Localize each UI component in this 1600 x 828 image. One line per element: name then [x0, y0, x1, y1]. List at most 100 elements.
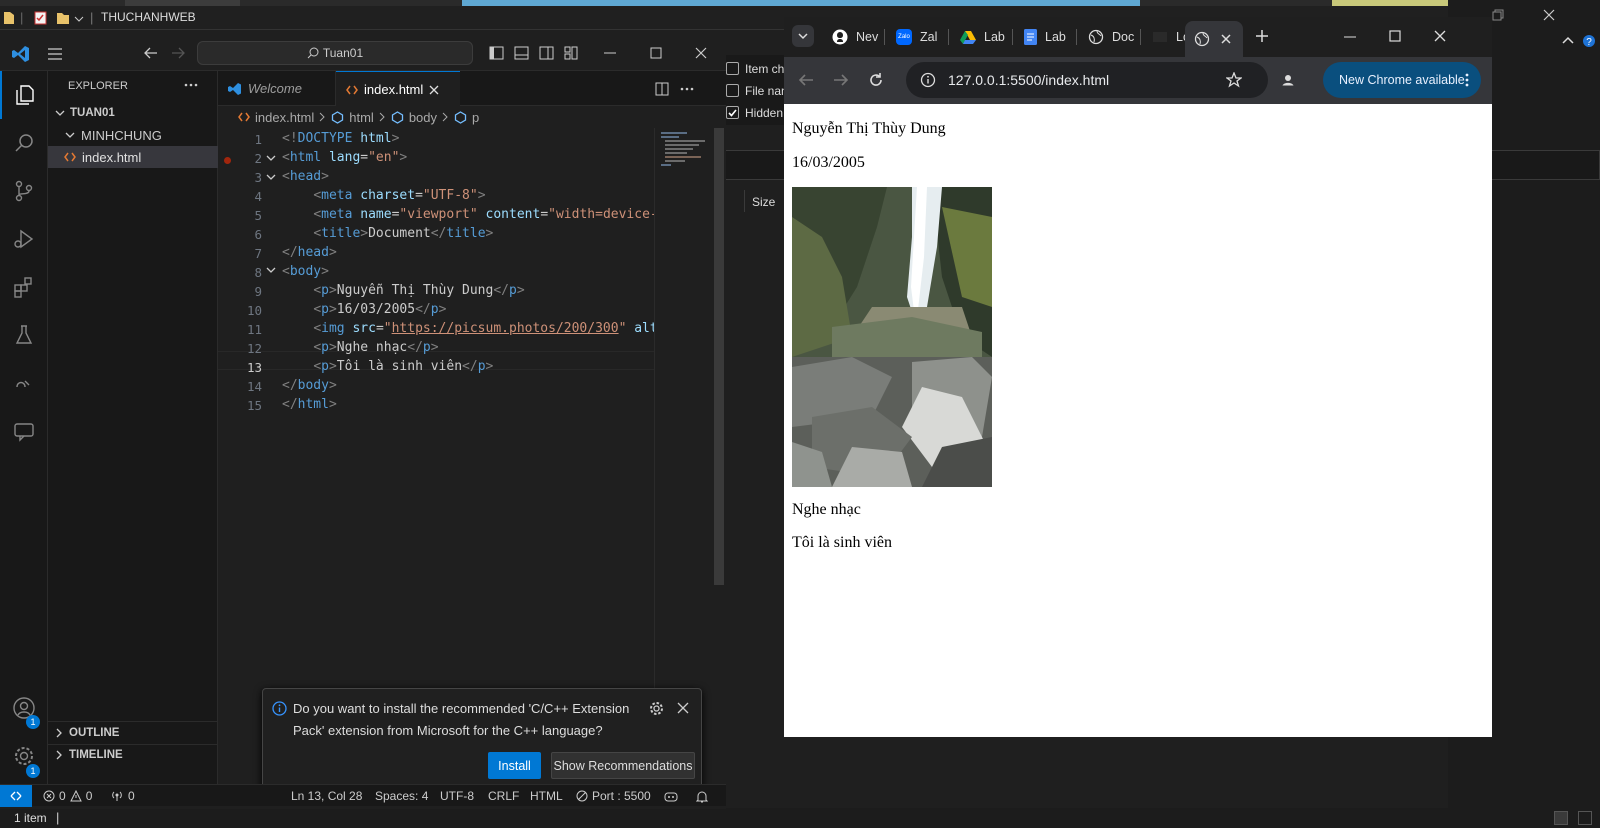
timeline-section[interactable]: TIMELINE — [48, 744, 218, 766]
details-view-button[interactable] — [1554, 811, 1568, 825]
notifications-bell-icon[interactable] — [696, 785, 708, 807]
maximize-icon[interactable] — [650, 47, 662, 59]
size-column-header[interactable]: Size — [752, 195, 775, 209]
close-icon[interactable] — [1434, 30, 1446, 42]
tab-github[interactable]: Nev — [832, 24, 882, 50]
indentation[interactable]: Spaces: 4 — [375, 785, 428, 807]
encoding[interactable]: UTF-8 — [440, 785, 474, 807]
reload-icon[interactable] — [868, 72, 884, 88]
toggle-secondary-sidebar-icon[interactable] — [539, 46, 554, 60]
gear-icon[interactable] — [649, 701, 664, 716]
toggle-panel-icon[interactable] — [514, 46, 529, 60]
chat-icon[interactable] — [0, 407, 48, 455]
close-icon[interactable] — [677, 702, 689, 714]
update-chrome-button[interactable]: New Chrome available — [1323, 62, 1481, 98]
tab-search-button[interactable] — [792, 25, 814, 47]
help-icon[interactable]: ? — [1582, 34, 1596, 48]
copilot-icon[interactable] — [664, 785, 678, 807]
breadcrumb-item[interactable]: html — [349, 110, 374, 125]
properties-icon[interactable] — [34, 11, 47, 25]
tab-drive[interactable]: Lab — [960, 24, 1010, 50]
close-tab-icon[interactable] — [429, 85, 439, 95]
manage-gear-icon[interactable] — [0, 732, 48, 780]
maximize-icon[interactable] — [1389, 30, 1401, 42]
extensions-icon[interactable] — [0, 263, 48, 311]
account-icon[interactable] — [0, 684, 48, 732]
restore-window-icon[interactable] — [1492, 9, 1504, 21]
cursor-position[interactable]: Ln 13, Col 28 — [291, 785, 362, 807]
tab-zalo[interactable]: Zalo Zal — [896, 24, 946, 50]
show-recommendations-button[interactable]: Show Recommendations — [551, 752, 695, 779]
breadcrumb-item[interactable]: body — [409, 110, 437, 125]
new-folder-icon[interactable] — [56, 11, 70, 25]
tab-welcome[interactable]: Welcome — [218, 71, 336, 106]
minimize-icon[interactable] — [604, 52, 616, 54]
fold-chevron-icon[interactable] — [266, 173, 276, 181]
more-actions-icon[interactable] — [184, 83, 198, 87]
close-tab-icon[interactable] — [1221, 34, 1231, 44]
live-server-indicator[interactable]: Port : 5500 — [576, 785, 651, 807]
address-bar[interactable]: 127.0.0.1:5500/index.html — [906, 62, 1268, 98]
minimize-icon[interactable] — [1344, 36, 1356, 38]
tab-index-html[interactable]: index.html — [336, 71, 460, 107]
bookmark-star-icon[interactable] — [1226, 72, 1242, 88]
more-vert-icon[interactable] — [1465, 73, 1469, 87]
split-editor-icon[interactable] — [655, 82, 669, 96]
dropdown-icon[interactable] — [74, 11, 84, 25]
back-arrow-icon[interactable] — [143, 46, 159, 60]
site-info-icon[interactable] — [920, 72, 936, 88]
language-mode[interactable]: HTML — [530, 785, 563, 807]
chevron-down-icon — [54, 108, 66, 118]
breadcrumb-item[interactable]: index.html — [255, 110, 314, 125]
line-number: 4 — [254, 189, 262, 204]
ports-indicator[interactable]: 0 — [110, 785, 135, 807]
workspace-root[interactable]: TUAN01 — [48, 102, 218, 124]
hidden-items-checkbox[interactable] — [726, 106, 739, 119]
close-window-icon[interactable] — [1543, 9, 1555, 21]
back-arrow-icon[interactable] — [798, 73, 814, 87]
activity-bar: 1 1 — [0, 71, 48, 784]
vertical-scrollbar[interactable] — [712, 128, 726, 784]
forward-arrow-icon[interactable] — [833, 73, 849, 87]
file-index-html[interactable]: index.html — [48, 146, 218, 168]
line-number: 5 — [254, 208, 262, 223]
breadcrumb-item[interactable]: p — [472, 110, 479, 125]
customize-layout-icon[interactable] — [564, 46, 579, 60]
install-button[interactable]: Install — [488, 752, 541, 779]
profile-icon[interactable] — [1280, 72, 1296, 88]
outline-section[interactable]: OUTLINE — [48, 722, 218, 744]
testing-flask-icon[interactable] — [0, 311, 48, 359]
minimap[interactable] — [654, 128, 712, 784]
code-editor[interactable]: 1 2 3 4 5 6 7 8 9 10 11 12 13 14 15 <!DO… — [218, 128, 654, 784]
remote-explorer-icon[interactable] — [0, 359, 48, 407]
new-tab-icon[interactable] — [1255, 29, 1269, 43]
item-checkboxes-checkbox[interactable] — [726, 62, 739, 75]
chevron-right-icon — [319, 112, 326, 122]
forward-arrow-icon[interactable] — [170, 46, 186, 60]
tab-active[interactable] — [1185, 21, 1243, 57]
problems-indicator[interactable]: 0 0 — [43, 785, 92, 807]
menu-icon[interactable] — [47, 47, 63, 61]
html-file-icon — [346, 85, 358, 95]
file-extensions-checkbox[interactable] — [726, 84, 739, 97]
search-icon[interactable] — [0, 119, 48, 167]
page-bio: Tôi là sinh viên — [792, 534, 892, 551]
explorer-files-icon[interactable] — [0, 71, 48, 119]
command-center-search[interactable]: Tuan01 — [197, 41, 473, 65]
fold-chevron-icon[interactable] — [266, 266, 276, 274]
source-control-icon[interactable] — [0, 167, 48, 215]
toggle-sidebar-icon[interactable] — [489, 46, 504, 60]
more-actions-icon[interactable] — [680, 87, 694, 91]
code-line: <p>16/03/2005</p> — [313, 302, 447, 317]
folder-minhchung[interactable]: MINHCHUNG — [48, 124, 218, 146]
remote-indicator[interactable] — [0, 785, 32, 807]
tiles-view-button[interactable] — [1578, 811, 1592, 825]
end-of-line[interactable]: CRLF — [488, 785, 519, 807]
close-icon[interactable] — [695, 47, 707, 59]
tab-docs[interactable]: Lab — [1024, 24, 1074, 50]
run-debug-icon[interactable] — [0, 215, 48, 263]
line-number: 3 — [254, 170, 262, 185]
tab-localhost[interactable]: Doc — [1088, 24, 1138, 50]
collapse-ribbon-icon[interactable] — [1562, 35, 1574, 45]
fold-chevron-icon[interactable] — [266, 154, 276, 162]
